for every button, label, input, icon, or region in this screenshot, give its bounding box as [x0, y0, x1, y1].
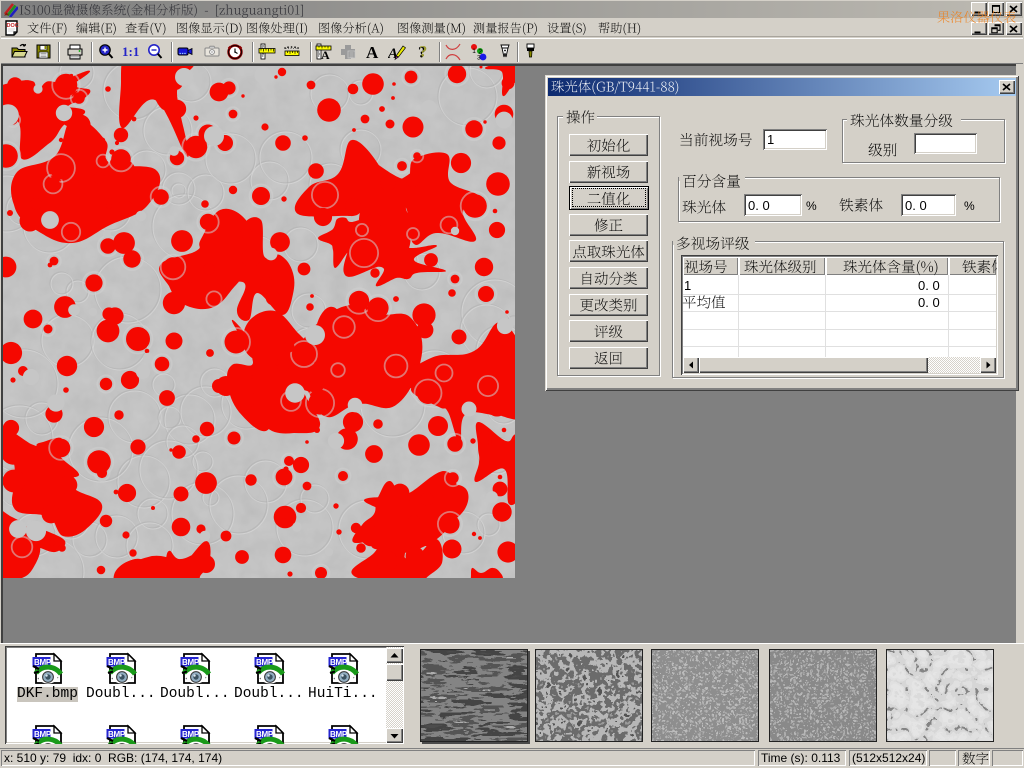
svg-text:3: 3 — [477, 55, 481, 62]
svg-text:?: ? — [419, 44, 427, 61]
svg-text:DOC: DOC — [7, 23, 19, 29]
svg-text:1: 1 — [472, 48, 476, 55]
svg-text:1:1: 1:1 — [122, 44, 139, 59]
svg-text:A: A — [366, 43, 379, 61]
svg-text:A: A — [321, 48, 330, 61]
